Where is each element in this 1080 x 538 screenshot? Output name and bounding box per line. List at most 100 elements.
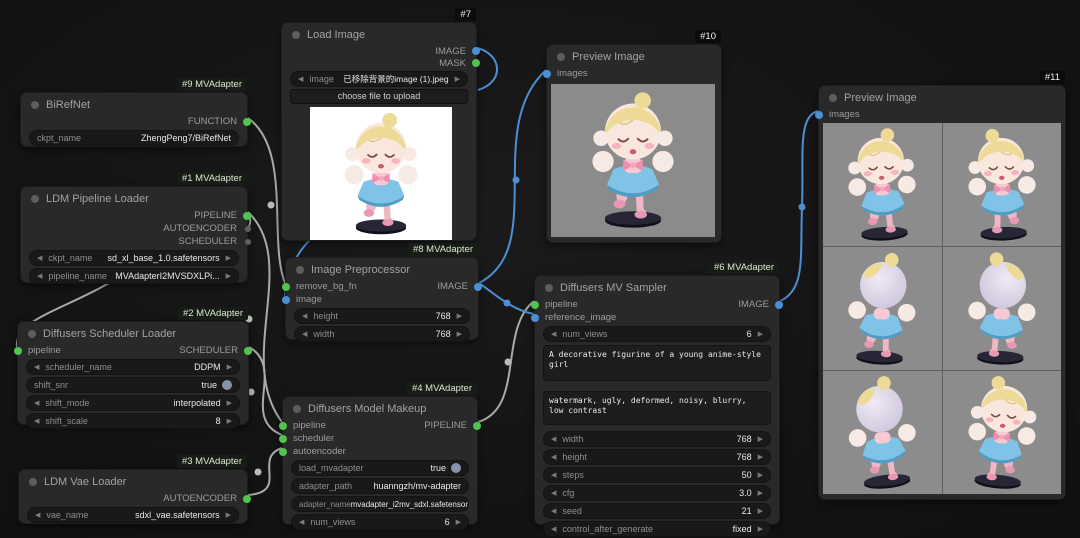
output-dot-image[interactable] (775, 300, 783, 309)
node-header[interactable]: Diffusers MV Sampler (535, 276, 779, 298)
collapse-dot-icon[interactable] (829, 94, 837, 102)
toggle-knob-icon[interactable] (222, 380, 232, 390)
arrow-left-icon[interactable]: ◀ (302, 313, 307, 320)
node-header[interactable]: Load Image (282, 23, 476, 45)
adapter-path-widget[interactable]: adapter_path huanngzh/mv-adapter (291, 478, 469, 494)
shift-scale-widget[interactable]: ◀ shift_scale 8 ▶ (26, 413, 240, 429)
output-dot-scheduler[interactable] (245, 238, 251, 245)
arrow-right-icon[interactable]: ▶ (227, 418, 232, 425)
arrow-right-icon[interactable]: ▶ (457, 313, 462, 320)
output-dot-mask[interactable] (472, 59, 480, 67)
node-mv-sampler[interactable]: #6 MVAdapter Diffusers MV Sampler pipeli… (531, 261, 783, 537)
choose-file-button[interactable]: choose file to upload (290, 89, 468, 104)
node-image-preprocessor[interactable]: #8 MVAdapter Image Preprocessor remove_b… (282, 243, 482, 342)
arrow-left-icon[interactable]: ◀ (551, 454, 556, 461)
arrow-right-icon[interactable]: ▶ (758, 436, 763, 443)
input-dot-reference-image[interactable] (531, 313, 539, 322)
node-vae-loader[interactable]: #3 MVAdapter LDM Vae Loader AUTOENCODER … (18, 455, 251, 524)
collapse-dot-icon[interactable] (292, 31, 300, 39)
arrow-left-icon[interactable]: ◀ (34, 418, 39, 425)
load-mvadapter-toggle[interactable]: load_mvadapter true (291, 460, 469, 476)
arrow-left-icon[interactable]: ◀ (37, 255, 42, 262)
node-header[interactable]: Image Preprocessor (286, 258, 478, 280)
node-preview-image-top[interactable]: #10 Preview Image images (543, 30, 722, 243)
scheduler-name-widget[interactable]: ◀ scheduler_name DDPM ▶ (26, 359, 240, 375)
node-model-makeup[interactable]: #4 MVAdapter Diffusers Model Makeup pipe… (279, 382, 481, 530)
width-widget[interactable]: ◀ width 768 ▶ (294, 326, 470, 342)
collapse-dot-icon[interactable] (293, 405, 301, 413)
collapse-dot-icon[interactable] (545, 284, 553, 292)
ckpt-name-widget[interactable]: ◀ ckpt_name sd_xl_base_1.0.safetensors ▶ (29, 250, 239, 266)
input-dot-pipeline[interactable] (14, 346, 22, 355)
arrow-right-icon[interactable]: ▶ (455, 76, 460, 83)
arrow-right-icon[interactable]: ▶ (226, 273, 231, 280)
arrow-right-icon[interactable]: ▶ (758, 331, 763, 338)
shift-mode-widget[interactable]: ◀ shift_mode interpolated ▶ (26, 395, 240, 411)
ckpt-name-widget[interactable]: ckpt_name ZhengPeng7/BiRefNet (29, 130, 239, 146)
seed-widget[interactable]: ◀ seed 21 ▶ (543, 503, 771, 519)
input-dot-remove-bg-fn[interactable] (282, 282, 290, 291)
arrow-left-icon[interactable]: ◀ (299, 519, 304, 526)
node-load-image[interactable]: #7 Load Image IMAGE MASK ◀ image 已移除背景的i… (281, 8, 480, 241)
arrow-left-icon[interactable]: ◀ (298, 76, 303, 83)
arrow-right-icon[interactable]: ▶ (457, 331, 462, 338)
pipeline-name-widget[interactable]: ◀ pipeline_name MVAdapterI2MVSDXLPi... ▶ (29, 268, 239, 284)
node-header[interactable]: Diffusers Scheduler Loader (18, 322, 248, 344)
input-dot-images[interactable] (543, 69, 551, 78)
arrow-left-icon[interactable]: ◀ (34, 400, 39, 407)
control-after-generate-widget[interactable]: ◀ control_after_generate fixed ▶ (543, 521, 771, 537)
arrow-right-icon[interactable]: ▶ (758, 508, 763, 515)
shift-snr-toggle[interactable]: shift_snr true (26, 377, 240, 393)
output-dot-image[interactable] (472, 47, 480, 55)
num-views-widget[interactable]: ◀ num_views 6 ▶ (543, 326, 771, 342)
vae-name-widget[interactable]: ◀ vae_name sdxl_vae.safetensors ▶ (27, 507, 239, 523)
node-preview-image-right[interactable]: #11 Preview Image images (815, 71, 1066, 500)
output-dot-pipeline[interactable] (243, 211, 251, 220)
node-header[interactable]: Preview Image (819, 86, 1065, 108)
input-dot-pipeline[interactable] (279, 421, 287, 430)
arrow-right-icon[interactable]: ▶ (226, 512, 231, 519)
node-graph-canvas[interactable]: #9 MVAdapter BiRefNet FUNCTION ckpt_name… (0, 0, 1080, 538)
arrow-left-icon[interactable]: ◀ (551, 526, 556, 533)
height-widget[interactable]: ◀ height 768 ▶ (294, 308, 470, 324)
output-dot-scheduler[interactable] (244, 346, 252, 355)
width-widget[interactable]: ◀ width 768 ▶ (543, 431, 771, 447)
arrow-left-icon[interactable]: ◀ (34, 364, 39, 371)
input-dot-scheduler[interactable] (279, 434, 287, 443)
output-dot-autoencoder[interactable] (243, 494, 251, 503)
collapse-dot-icon[interactable] (296, 266, 304, 274)
input-dot-autoencoder[interactable] (279, 447, 287, 456)
arrow-right-icon[interactable]: ▶ (227, 364, 232, 371)
arrow-left-icon[interactable]: ◀ (35, 512, 40, 519)
collapse-dot-icon[interactable] (29, 478, 37, 486)
positive-prompt-textarea[interactable]: A decorative figurine of a young anime-s… (543, 345, 771, 381)
arrow-right-icon[interactable]: ▶ (758, 526, 763, 533)
arrow-left-icon[interactable]: ◀ (551, 472, 556, 479)
collapse-dot-icon[interactable] (557, 53, 565, 61)
node-pipeline-loader[interactable]: #1 MVAdapter LDM Pipeline Loader PIPELIN… (20, 172, 251, 284)
output-dot-image[interactable] (474, 282, 482, 291)
node-header[interactable]: LDM Pipeline Loader (21, 187, 247, 209)
collapse-dot-icon[interactable] (31, 101, 39, 109)
collapse-dot-icon[interactable] (31, 195, 39, 203)
negative-prompt-textarea[interactable]: watermark, ugly, deformed, noisy, blurry… (543, 391, 771, 425)
arrow-left-icon[interactable]: ◀ (551, 436, 556, 443)
node-birefnet[interactable]: #9 MVAdapter BiRefNet FUNCTION ckpt_name… (20, 78, 251, 147)
output-dot-function[interactable] (243, 117, 251, 126)
arrow-left-icon[interactable]: ◀ (37, 273, 42, 280)
node-scheduler-loader[interactable]: #2 MVAdapter Diffusers Scheduler Loader … (14, 307, 252, 429)
input-dot-images[interactable] (815, 110, 823, 119)
output-dot-pipeline[interactable] (473, 421, 481, 430)
height-widget[interactable]: ◀ height 768 ▶ (543, 449, 771, 465)
arrow-left-icon[interactable]: ◀ (551, 508, 556, 515)
cfg-widget[interactable]: ◀ cfg 3.0 ▶ (543, 485, 771, 501)
output-dot-autoencoder[interactable] (245, 225, 251, 232)
collapse-dot-icon[interactable] (28, 330, 36, 338)
arrow-right-icon[interactable]: ▶ (227, 400, 232, 407)
node-header[interactable]: Diffusers Model Makeup (283, 397, 477, 419)
input-dot-pipeline[interactable] (531, 300, 539, 309)
arrow-right-icon[interactable]: ▶ (758, 472, 763, 479)
arrow-left-icon[interactable]: ◀ (551, 490, 556, 497)
adapter-name-widget[interactable]: adapter_name mvadapter_i2mv_sdxl.safeten… (291, 496, 469, 512)
num-views-widget[interactable]: ◀ num_views 6 ▶ (291, 514, 469, 530)
